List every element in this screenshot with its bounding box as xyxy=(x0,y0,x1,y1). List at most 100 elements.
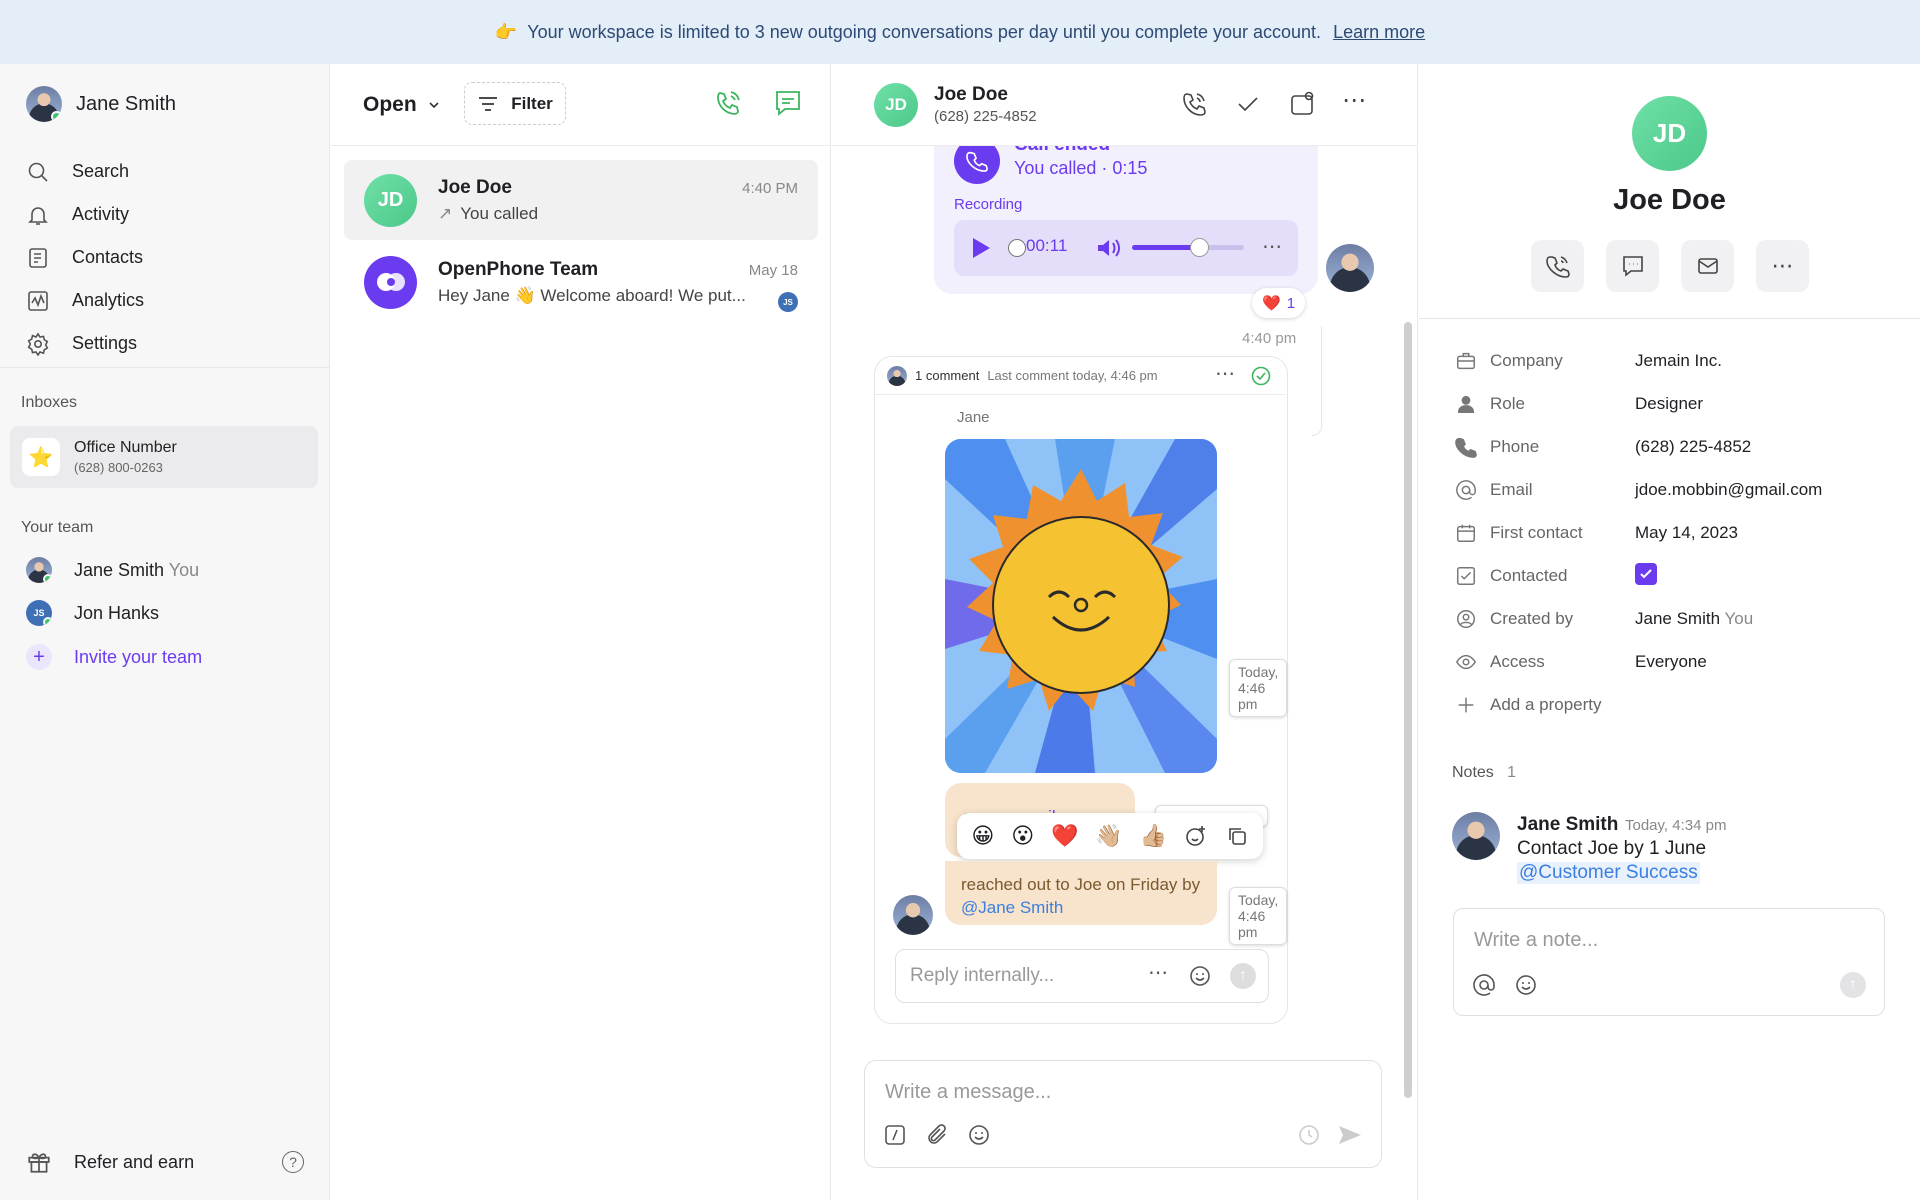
nav-settings[interactable]: Settings xyxy=(26,322,144,365)
property-row[interactable]: Role Designer xyxy=(1455,393,1703,415)
property-row[interactable]: Email jdoe.mobbin@gmail.com xyxy=(1455,479,1822,501)
resolve-check-icon[interactable] xyxy=(1251,366,1271,386)
send-arrow-icon[interactable]: ↑ xyxy=(1230,963,1256,989)
call-button[interactable] xyxy=(1531,240,1584,292)
refer-and-earn[interactable]: Refer and earn ? xyxy=(26,1149,304,1175)
add-property-button[interactable]: Add a property xyxy=(1455,694,1602,716)
at-sign-icon[interactable] xyxy=(1472,973,1496,997)
contacted-checkbox[interactable] xyxy=(1635,563,1657,585)
plus-icon xyxy=(1458,697,1474,713)
scrollbar[interactable] xyxy=(1404,322,1412,1098)
nav-label: Activity xyxy=(72,204,130,224)
at-sign-icon xyxy=(1456,480,1476,500)
more-icon[interactable]: ⋯ xyxy=(1148,960,1168,985)
inbox-name: Office Number xyxy=(74,439,177,456)
property-label: Phone xyxy=(1490,437,1540,456)
thumbs-up-emoji[interactable]: 👍🏼 xyxy=(1139,823,1166,849)
contact-avatar: JD xyxy=(1632,96,1707,171)
invite-team-button[interactable]: + Invite your team xyxy=(26,644,202,670)
contact-name[interactable]: Joe Doe xyxy=(1419,184,1920,217)
copy-icon[interactable] xyxy=(1225,824,1249,848)
property-row[interactable]: First contact May 14, 2023 xyxy=(1455,522,1738,544)
sun-image[interactable] xyxy=(945,439,1217,773)
message-composer[interactable]: Write a message... xyxy=(864,1060,1382,1168)
grinning-emoji[interactable]: 😀 xyxy=(971,823,994,849)
message-icon xyxy=(1622,256,1643,277)
check-icon[interactable] xyxy=(1234,90,1262,118)
conversation-list: Open Filter JD Joe Doe ↗ You called 4:40 … xyxy=(331,64,831,1200)
toggle-panel-icon[interactable] xyxy=(1288,90,1316,118)
emoji-icon[interactable] xyxy=(1188,964,1212,988)
member-initials: JS xyxy=(33,608,45,618)
more-icon[interactable]: ⋯ xyxy=(1215,361,1235,386)
schedule-clock-icon[interactable] xyxy=(1297,1123,1321,1147)
scrub-handle[interactable] xyxy=(1008,239,1026,257)
current-user[interactable]: Jane Smith xyxy=(26,86,176,122)
filter-button[interactable]: Filter xyxy=(464,82,566,125)
conversation-preview: You called xyxy=(460,203,539,223)
contact-name[interactable]: Joe Doe xyxy=(934,84,1008,106)
team-member[interactable]: Jane Smith You xyxy=(26,557,199,583)
note-time: Today, 4:34 pm xyxy=(1625,817,1727,834)
new-call-icon[interactable] xyxy=(713,88,743,118)
volume-icon[interactable] xyxy=(1096,237,1122,259)
last-comment: Last comment today, 4:46 pm xyxy=(987,368,1158,383)
note-mention[interactable]: @Customer Success xyxy=(1517,862,1700,884)
volume-knob[interactable] xyxy=(1190,238,1209,257)
note-author-avatar xyxy=(1452,812,1500,860)
attachment-icon[interactable] xyxy=(925,1123,949,1147)
nav-analytics[interactable]: Analytics xyxy=(26,279,144,322)
recording-player: 00:11 ⋯ xyxy=(954,220,1298,276)
wave-emoji[interactable]: 👋🏼 xyxy=(1095,823,1122,849)
send-icon[interactable] xyxy=(1337,1123,1363,1147)
send-arrow-icon[interactable]: ↑ xyxy=(1840,972,1866,998)
mention-link[interactable]: @Jane Smith xyxy=(961,898,1063,917)
surprised-emoji[interactable]: 😮 xyxy=(1011,823,1034,849)
conversation-item[interactable]: OpenPhone Team Hey Jane 👋 Welcome aboard… xyxy=(344,242,818,322)
reply-internal-input[interactable]: Reply internally... ⋯ ↑ xyxy=(895,949,1269,1003)
nav-activity[interactable]: Activity xyxy=(26,193,144,236)
call-icon[interactable] xyxy=(1180,90,1208,118)
filter-label: Filter xyxy=(511,93,553,113)
user-circle-icon xyxy=(1457,610,1475,628)
conversation-item[interactable]: JD Joe Doe ↗ You called 4:40 PM xyxy=(344,160,818,240)
note-input[interactable]: Write a note... ↑ xyxy=(1453,908,1885,1016)
contacts-icon xyxy=(29,247,47,268)
reaction-badge[interactable]: ❤️ 1 xyxy=(1252,288,1306,318)
nav-contacts[interactable]: Contacts xyxy=(26,236,144,279)
snippets-icon[interactable] xyxy=(883,1123,907,1147)
inbox-office-number[interactable]: ⭐ Office Number (628) 800-0263 xyxy=(10,426,318,488)
property-row[interactable]: Phone (628) 225-4852 xyxy=(1455,436,1751,458)
property-row[interactable]: Company Jemain Inc. xyxy=(1455,350,1722,372)
heart-emoji[interactable]: ❤️ xyxy=(1051,823,1078,849)
message-button[interactable] xyxy=(1606,240,1659,292)
team-member[interactable]: JS Jon Hanks xyxy=(26,600,159,626)
email-button[interactable] xyxy=(1681,240,1734,292)
property-row[interactable]: Access Everyone xyxy=(1455,651,1707,673)
learn-more-link[interactable]: Learn more xyxy=(1333,22,1425,43)
notes-label: Notes xyxy=(1452,764,1494,781)
contact-avatar[interactable]: JD xyxy=(874,83,918,127)
volume-track[interactable] xyxy=(1132,238,1244,257)
note-placeholder: Write a note... xyxy=(1474,929,1599,951)
checklist-icon xyxy=(1457,567,1475,585)
emoji-icon[interactable] xyxy=(967,1123,991,1147)
divider xyxy=(1419,318,1920,319)
reply-placeholder: Reply internally... xyxy=(910,965,1055,986)
emoji-icon[interactable] xyxy=(1514,973,1538,997)
member-name: Jon Hanks xyxy=(74,602,160,623)
list-header: Open Filter xyxy=(331,64,830,146)
new-message-icon[interactable] xyxy=(773,88,803,118)
status-dropdown[interactable]: Open xyxy=(363,93,441,117)
more-icon[interactable]: ⋯ xyxy=(1262,234,1283,259)
more-icon[interactable]: ⋯ xyxy=(1342,86,1366,115)
more-button[interactable]: ⋯ xyxy=(1756,240,1809,292)
call-icon xyxy=(1545,256,1570,278)
call-subtitle: You called · 0:15 xyxy=(1014,158,1148,178)
nav-search[interactable]: Search xyxy=(26,150,144,193)
add-reaction-icon[interactable] xyxy=(1184,824,1208,848)
play-icon[interactable] xyxy=(970,236,992,260)
more-icon: ⋯ xyxy=(1771,253,1794,278)
help-icon[interactable]: ? xyxy=(282,1151,304,1173)
briefcase-icon xyxy=(1457,352,1475,370)
